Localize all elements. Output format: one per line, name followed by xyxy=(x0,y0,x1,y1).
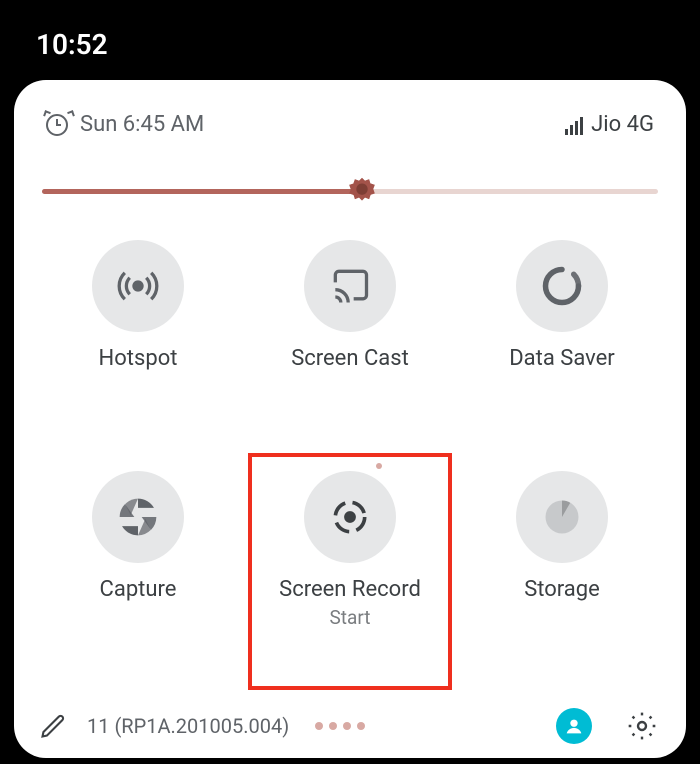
settings-gear-icon[interactable] xyxy=(626,710,658,742)
edit-icon[interactable] xyxy=(39,712,67,740)
network-status: Jio 4G xyxy=(565,112,654,137)
tile-label: Hotspot xyxy=(99,346,178,371)
hotspot-icon xyxy=(92,240,184,332)
tile-screenrecord[interactable]: Screen Record Start xyxy=(244,465,456,686)
tile-hotspot[interactable]: Hotspot xyxy=(32,234,244,455)
brightness-thumb-icon[interactable] xyxy=(345,175,379,209)
tile-label: Storage xyxy=(524,577,600,602)
quick-settings-panel: Sun 6:45 AM Jio 4G Hotspot Screen Cast xyxy=(14,80,686,758)
alarm-time-label: Sun 6:45 AM xyxy=(80,112,204,137)
build-number-label[interactable]: 11 (RP1A.201005.004) xyxy=(87,714,289,738)
camera-aperture-icon xyxy=(92,471,184,563)
tile-datasaver[interactable]: Data Saver xyxy=(456,234,668,455)
carrier-label: Jio 4G xyxy=(591,112,654,137)
tile-label: Capture xyxy=(100,577,177,602)
panel-footer: 11 (RP1A.201005.004) xyxy=(14,696,686,758)
status-bar: Sun 6:45 AM Jio 4G xyxy=(14,104,686,145)
data-saver-icon xyxy=(516,240,608,332)
signal-strength-icon xyxy=(565,115,583,135)
tile-screencast[interactable]: Screen Cast xyxy=(244,234,456,455)
tile-label: Screen Cast xyxy=(291,346,409,371)
device-clock: 10:52 xyxy=(0,0,700,61)
user-avatar-button[interactable] xyxy=(556,708,592,744)
page-indicator-dot xyxy=(376,463,382,469)
storage-pie-icon xyxy=(516,471,608,563)
alarm-clock-icon xyxy=(46,114,68,136)
alarm-status[interactable]: Sun 6:45 AM xyxy=(46,112,204,137)
brightness-slider[interactable] xyxy=(14,145,686,214)
quick-tiles-grid: Hotspot Screen Cast Data Saver Capture xyxy=(14,214,686,696)
tile-capture[interactable]: Capture xyxy=(32,465,244,686)
tile-storage[interactable]: Storage xyxy=(456,465,668,686)
cast-icon xyxy=(304,240,396,332)
page-dots[interactable] xyxy=(315,722,365,730)
tutorial-highlight-box xyxy=(248,453,452,690)
tile-label: Data Saver xyxy=(509,346,615,371)
